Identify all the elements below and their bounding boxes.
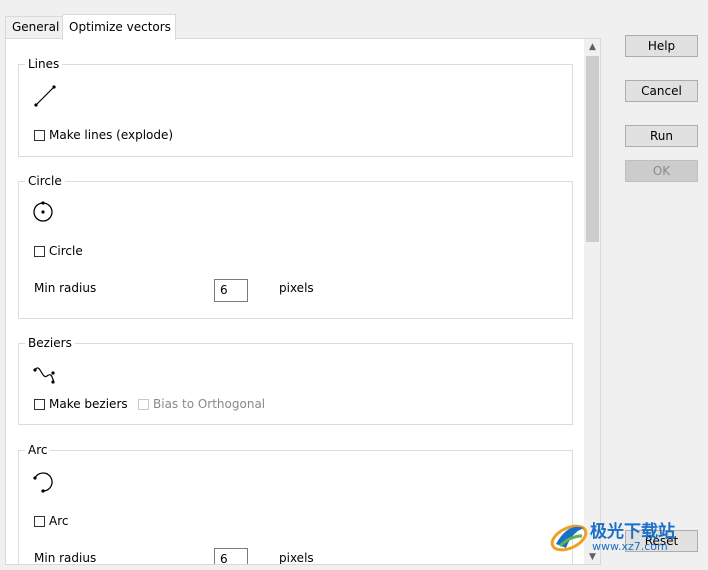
vertical-scrollbar[interactable]: ▲ ▼	[584, 39, 600, 564]
arc-min-radius-label: Min radius	[34, 551, 97, 565]
circle-tool-icon	[33, 201, 53, 222]
help-button[interactable]: Help	[625, 35, 698, 57]
arc-checkbox[interactable]: Arc	[34, 514, 68, 528]
ok-button[interactable]: OK	[625, 160, 698, 182]
arc-min-radius-unit: pixels	[279, 551, 314, 565]
arc-tool-icon	[33, 472, 53, 493]
watermark-logo-icon	[550, 524, 588, 552]
watermark: 极光下载站 www.xz7.com	[548, 516, 708, 560]
beziers-group-title: Beziers	[25, 335, 75, 351]
arc-checkbox-box[interactable]	[34, 515, 45, 527]
arc-group: Arc Arc Min radius 6 pixels	[18, 442, 573, 565]
circle-min-radius-unit: pixels	[279, 281, 314, 295]
make-lines-checkbox[interactable]: Make lines (explode)	[34, 128, 173, 142]
circle-checkbox[interactable]: Circle	[34, 244, 83, 258]
arc-min-radius-input[interactable]: 6	[214, 548, 248, 564]
scrollbar-thumb[interactable]	[586, 56, 599, 242]
line-tool-icon	[34, 85, 56, 107]
tab-general[interactable]: General	[5, 16, 63, 38]
scroll-up-arrow-icon[interactable]: ▲	[584, 39, 600, 56]
circle-group: Circle Circle Min radius 6 pixels	[18, 173, 573, 319]
make-beziers-checkbox-box[interactable]	[34, 398, 45, 410]
circle-min-radius-label: Min radius	[34, 281, 97, 295]
make-beziers-label: Make beziers	[49, 397, 128, 411]
arc-label: Arc	[49, 514, 69, 528]
circle-min-radius-input[interactable]: 6	[214, 279, 248, 302]
run-button[interactable]: Run	[625, 125, 698, 147]
arc-group-title: Arc	[25, 442, 51, 458]
lines-group-title: Lines	[25, 56, 63, 72]
circle-group-title: Circle	[25, 173, 65, 189]
beziers-group: Beziers Make beziers Bias to Orthogonal	[18, 335, 573, 425]
watermark-url: www.xz7.com	[592, 540, 668, 553]
watermark-title: 极光下载站	[590, 522, 675, 542]
bias-orthogonal-checkbox[interactable]: Bias to Orthogonal	[138, 397, 265, 411]
bezier-tool-icon	[33, 367, 55, 384]
lines-group: Lines Make lines (explode)	[18, 56, 573, 157]
circle-checkbox-box[interactable]	[34, 245, 45, 257]
cancel-button[interactable]: Cancel	[625, 80, 698, 102]
tab-optimize-vectors[interactable]: Optimize vectors	[62, 14, 176, 40]
circle-label: Circle	[49, 244, 83, 258]
make-lines-label: Make lines (explode)	[49, 128, 174, 142]
bias-orthogonal-label: Bias to Orthogonal	[153, 397, 266, 411]
make-lines-checkbox-box[interactable]	[34, 129, 45, 141]
optimize-vectors-panel: Lines Make lines (explode) Circle Circle…	[5, 38, 601, 565]
make-beziers-checkbox[interactable]: Make beziers	[34, 397, 128, 411]
bias-orthogonal-checkbox-box[interactable]	[138, 398, 149, 410]
